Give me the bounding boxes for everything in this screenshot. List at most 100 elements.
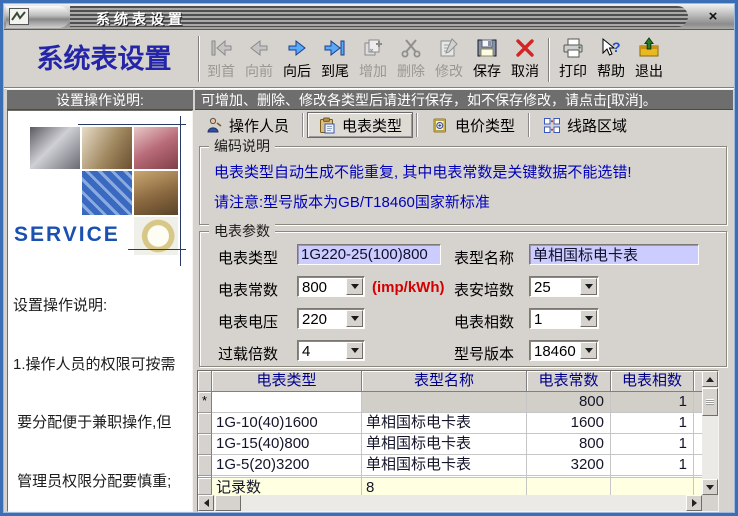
- record-count-value: 8: [362, 478, 527, 495]
- region-diagram-icon: [543, 117, 561, 134]
- dropdown-arrow-icon[interactable]: [580, 310, 597, 327]
- horizontal-scroll-thumb[interactable]: [215, 495, 241, 511]
- tab-label: 操作人员: [229, 117, 290, 135]
- cell-meter-type[interactable]: 1G-5(20)3200: [212, 455, 362, 476]
- close-icon[interactable]: ×: [702, 7, 724, 26]
- cell-meter-type[interactable]: 1G-15(40)800: [212, 434, 362, 455]
- row-selector[interactable]: [198, 455, 212, 476]
- ampere-select[interactable]: 25: [529, 276, 599, 297]
- photo-hand: [134, 171, 178, 215]
- model-name-input[interactable]: [529, 244, 699, 265]
- app-logo-icon: [9, 8, 29, 25]
- cell-model-name[interactable]: 单相国标电卡表: [362, 413, 527, 434]
- dropdown-arrow-icon[interactable]: [346, 310, 363, 327]
- cell-constant[interactable]: 800: [527, 392, 611, 413]
- tab-line-region[interactable]: 线路区域: [533, 112, 637, 138]
- cell-model-name[interactable]: [362, 392, 527, 413]
- version-label: 型号版本: [454, 346, 515, 363]
- decor-line: [78, 124, 186, 125]
- voltage-label: 电表电压: [218, 314, 279, 331]
- row-selector[interactable]: [198, 434, 212, 455]
- cell-meter-type[interactable]: [212, 392, 362, 413]
- dropdown-arrow-icon[interactable]: [346, 278, 363, 295]
- cell-phase[interactable]: 1: [611, 434, 694, 455]
- tab-operators[interactable]: 操作人员: [195, 112, 299, 138]
- tab-separator: [302, 113, 305, 137]
- cell-filler: [694, 392, 702, 413]
- column-header[interactable]: 电表相数: [611, 371, 694, 392]
- combo-value: 18460: [534, 343, 576, 360]
- toolbar-button-label: 修改: [435, 63, 463, 79]
- toolbar-button-delete: 删除: [392, 34, 430, 84]
- toolbar-button-label: 到尾: [321, 63, 349, 79]
- vertical-scroll-thumb[interactable]: [702, 388, 718, 416]
- instructions-text: 设置操作说明: 1.操作人员的权限可按需 要分配便于兼职操作,但 管理员权限分配…: [13, 297, 176, 490]
- toolbar-button-first: 到首: [202, 34, 240, 84]
- tab-label: 电价类型: [455, 117, 516, 135]
- operator-person-icon: [205, 117, 223, 134]
- cell-model-name[interactable]: 单相国标电卡表: [362, 455, 527, 476]
- meter-type-input[interactable]: [297, 244, 441, 265]
- vertical-scrollbar[interactable]: [702, 371, 718, 495]
- decor-line: [180, 116, 181, 266]
- app-window: 系统表设置 × 系统表设置 到首 向前 向后 到尾 增加 删除 修改 保存 取消…: [0, 0, 738, 516]
- cell-phase[interactable]: 1: [611, 413, 694, 434]
- column-header[interactable]: 表型名称: [362, 371, 527, 392]
- dropdown-arrow-icon[interactable]: [580, 278, 597, 295]
- dropdown-arrow-icon[interactable]: [580, 342, 597, 359]
- combo-value: 25: [534, 279, 551, 296]
- new-row-marker[interactable]: *: [198, 392, 212, 413]
- scroll-down-button[interactable]: [702, 479, 718, 495]
- cell-constant[interactable]: 3200: [527, 455, 611, 476]
- toolbar-button-label: 到首: [207, 63, 235, 79]
- cancel-x-icon: [512, 34, 538, 61]
- combo-value: 4: [302, 343, 311, 360]
- column-header[interactable]: 电表常数: [527, 371, 611, 392]
- cell-constant[interactable]: 800: [527, 434, 611, 455]
- row-selector-header: [198, 371, 212, 392]
- toolbar-button-cancel[interactable]: 取消: [506, 34, 544, 84]
- scroll-left-button[interactable]: [198, 495, 214, 511]
- dropdown-arrow-icon[interactable]: [346, 342, 363, 359]
- tab-price-type[interactable]: 电价类型: [421, 112, 525, 138]
- clipboard-icon: [318, 117, 336, 134]
- cell-meter-type[interactable]: 1G-10(40)1600: [212, 413, 362, 434]
- version-select[interactable]: 18460: [529, 340, 599, 361]
- photo-tools: [30, 127, 80, 169]
- record-count-label: 记录数: [212, 478, 362, 495]
- sidebar-header: 设置操作说明:: [7, 89, 193, 110]
- tab-separator: [528, 113, 531, 137]
- go-next-icon: [284, 34, 310, 61]
- voltage-select[interactable]: 220: [297, 308, 365, 329]
- toolbar-button-exit[interactable]: 退出: [630, 34, 668, 84]
- cell-constant[interactable]: 1600: [527, 413, 611, 434]
- tab-label: 线路区域: [567, 117, 628, 135]
- overload-select[interactable]: 4: [297, 340, 365, 361]
- toolbar-button-save[interactable]: 保存: [468, 34, 506, 84]
- svg-text:?: ?: [612, 39, 621, 55]
- cell-phase[interactable]: 1: [611, 455, 694, 476]
- toolbar-button-label: 保存: [473, 63, 501, 79]
- toolbar-button-last[interactable]: 到尾: [316, 34, 354, 84]
- tab-meter-type[interactable]: 电表类型: [307, 112, 414, 138]
- photo-pliers: [134, 127, 178, 169]
- toolbar-button-prev: 向前: [240, 34, 278, 84]
- toolbar-button-print[interactable]: 打印: [554, 34, 592, 84]
- column-header[interactable]: 电表类型: [212, 371, 362, 392]
- phase-select[interactable]: 1: [529, 308, 599, 329]
- horizontal-scrollbar[interactable]: [198, 495, 702, 511]
- toolbar-button-next[interactable]: 向后: [278, 34, 316, 84]
- scroll-up-button[interactable]: [702, 371, 718, 387]
- row-selector[interactable]: [198, 413, 212, 434]
- toolbar-button-help[interactable]: ? 帮助: [592, 34, 630, 84]
- cell-phase[interactable]: 1: [611, 392, 694, 413]
- cell-filler: [694, 434, 702, 455]
- footer-selector: [198, 478, 212, 495]
- toolbar-button-label: 增加: [359, 63, 387, 79]
- exit-icon: [636, 34, 662, 61]
- meter-constant-select[interactable]: 800: [297, 276, 365, 297]
- scroll-right-button[interactable]: [686, 495, 702, 511]
- params-groupbox: 电表参数 电表类型 表型名称 电表常数 800 (imp/kWh) 表安培数 2…: [199, 223, 727, 367]
- cell-model-name[interactable]: 单相国标电卡表: [362, 434, 527, 455]
- encoding-note-1: 电表类型自动生成不能重复, 其中电表常数是关键数据不能选错!: [214, 164, 632, 181]
